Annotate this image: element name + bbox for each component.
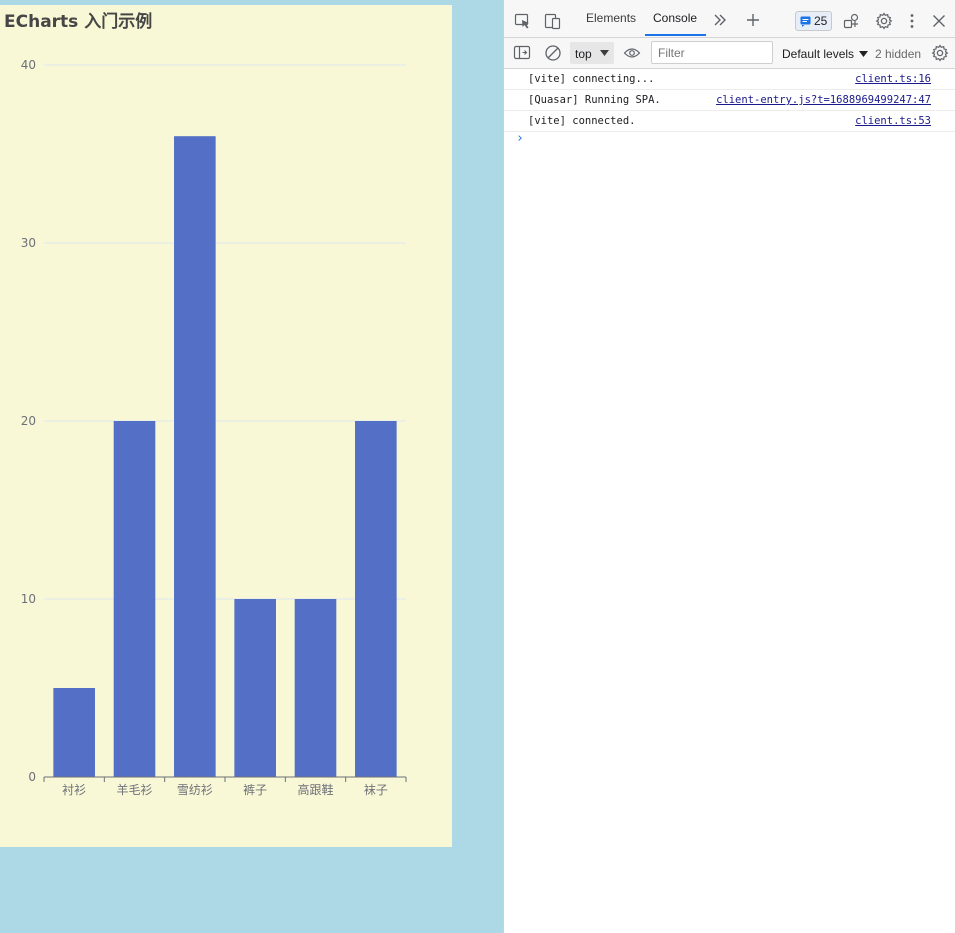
device-toolbar-icon[interactable] — [544, 12, 562, 30]
y-tick-label: 20 — [21, 414, 36, 428]
y-tick-label: 0 — [28, 770, 36, 784]
y-tick-label: 40 — [21, 58, 36, 72]
x-tick-label: 雪纺衫 — [177, 783, 213, 797]
grid-lines — [44, 64, 406, 600]
log-levels-label: Default levels — [782, 47, 855, 61]
log-text: [vite] connected. — [528, 115, 636, 127]
close-icon[interactable] — [932, 14, 946, 28]
devtools-tabbar: Elements Console 25 — [504, 0, 955, 38]
console-settings-icon[interactable] — [931, 44, 949, 62]
tab-console[interactable]: Console — [653, 11, 697, 25]
bars — [53, 136, 397, 777]
log-source-link[interactable]: client-entry.js?t=1688969499247:47 — [716, 94, 931, 106]
clear-console-icon[interactable] — [544, 44, 562, 62]
message-icon — [800, 16, 811, 27]
x-tick-label: 高跟鞋 — [297, 782, 333, 797]
x-tick-label: 袜子 — [364, 783, 388, 797]
console-message: [Quasar] Running SPA. client-entry.js?t=… — [504, 90, 955, 111]
issues-count: 25 — [814, 14, 828, 28]
y-axis-ticks: 0 10 20 30 40 — [21, 58, 36, 784]
x-tick-label: 衬衫 — [62, 783, 86, 797]
console-prompt[interactable]: › — [516, 131, 524, 146]
log-source-link[interactable]: client.ts:16 — [855, 73, 931, 85]
more-tabs-icon[interactable] — [713, 13, 727, 27]
y-tick-label: 30 — [21, 236, 36, 250]
bar-0[interactable] — [53, 688, 95, 777]
bar-5[interactable] — [355, 421, 397, 777]
settings-gear-icon[interactable] — [875, 12, 893, 30]
chart-container: ECharts 入门示例 0 10 20 30 40 衬衫 羊毛衫 雪纺衫 裤子 高跟鞋 袜子 — [0, 5, 452, 847]
console-message: [vite] connecting... client.ts:16 — [504, 69, 955, 90]
devtools-panel: Elements Console 25 top Filter Default l… — [503, 0, 955, 933]
bar-1[interactable] — [113, 421, 156, 777]
performance-insights-icon[interactable] — [843, 12, 861, 30]
bar-4[interactable] — [294, 599, 337, 777]
filter-input[interactable] — [651, 41, 773, 64]
chevron-down-icon — [600, 50, 609, 56]
inspect-element-icon[interactable] — [514, 13, 531, 30]
log-source-link[interactable]: client.ts:53 — [855, 115, 931, 127]
context-value: top — [575, 47, 592, 61]
sidebar-toggle-icon[interactable] — [513, 45, 531, 61]
active-tab-indicator — [645, 34, 706, 36]
bar-2[interactable] — [174, 136, 216, 777]
live-expression-eye-icon[interactable] — [623, 46, 641, 60]
tab-elements[interactable]: Elements — [586, 11, 636, 25]
levels-chevron-icon — [859, 51, 869, 57]
log-text: [Quasar] Running SPA. — [528, 94, 661, 106]
bar-3[interactable] — [234, 599, 276, 777]
context-select[interactable]: top — [570, 42, 614, 64]
log-text: [vite] connecting... — [528, 73, 655, 85]
issues-badge[interactable]: 25 — [795, 11, 832, 31]
console-toolbar: top Default levels 2 hidden — [504, 38, 955, 69]
console-messages: [vite] connecting... client.ts:16 [Quasa… — [504, 69, 955, 132]
hidden-count: 2 hidden — [875, 47, 922, 61]
x-tick-label: 裤子 — [243, 783, 267, 797]
bar-chart: 0 10 20 30 40 衬衫 羊毛衫 雪纺衫 裤子 高跟鞋 袜子 — [21, 58, 407, 797]
x-axis: 衬衫 羊毛衫 雪纺衫 裤子 高跟鞋 袜子 — [43, 776, 407, 797]
y-tick-label: 10 — [21, 592, 36, 606]
page-viewport: ECharts 入门示例 0 10 20 30 40 衬衫 羊毛衫 雪纺衫 裤子 高跟鞋 袜子 — [0, 0, 503, 933]
log-levels-dropdown[interactable]: Default levels — [782, 47, 869, 61]
more-options-icon[interactable] — [907, 13, 917, 29]
x-tick-label: 羊毛衫 — [116, 782, 152, 797]
add-tab-icon[interactable] — [746, 13, 760, 27]
console-message: [vite] connected. client.ts:53 — [504, 111, 955, 132]
